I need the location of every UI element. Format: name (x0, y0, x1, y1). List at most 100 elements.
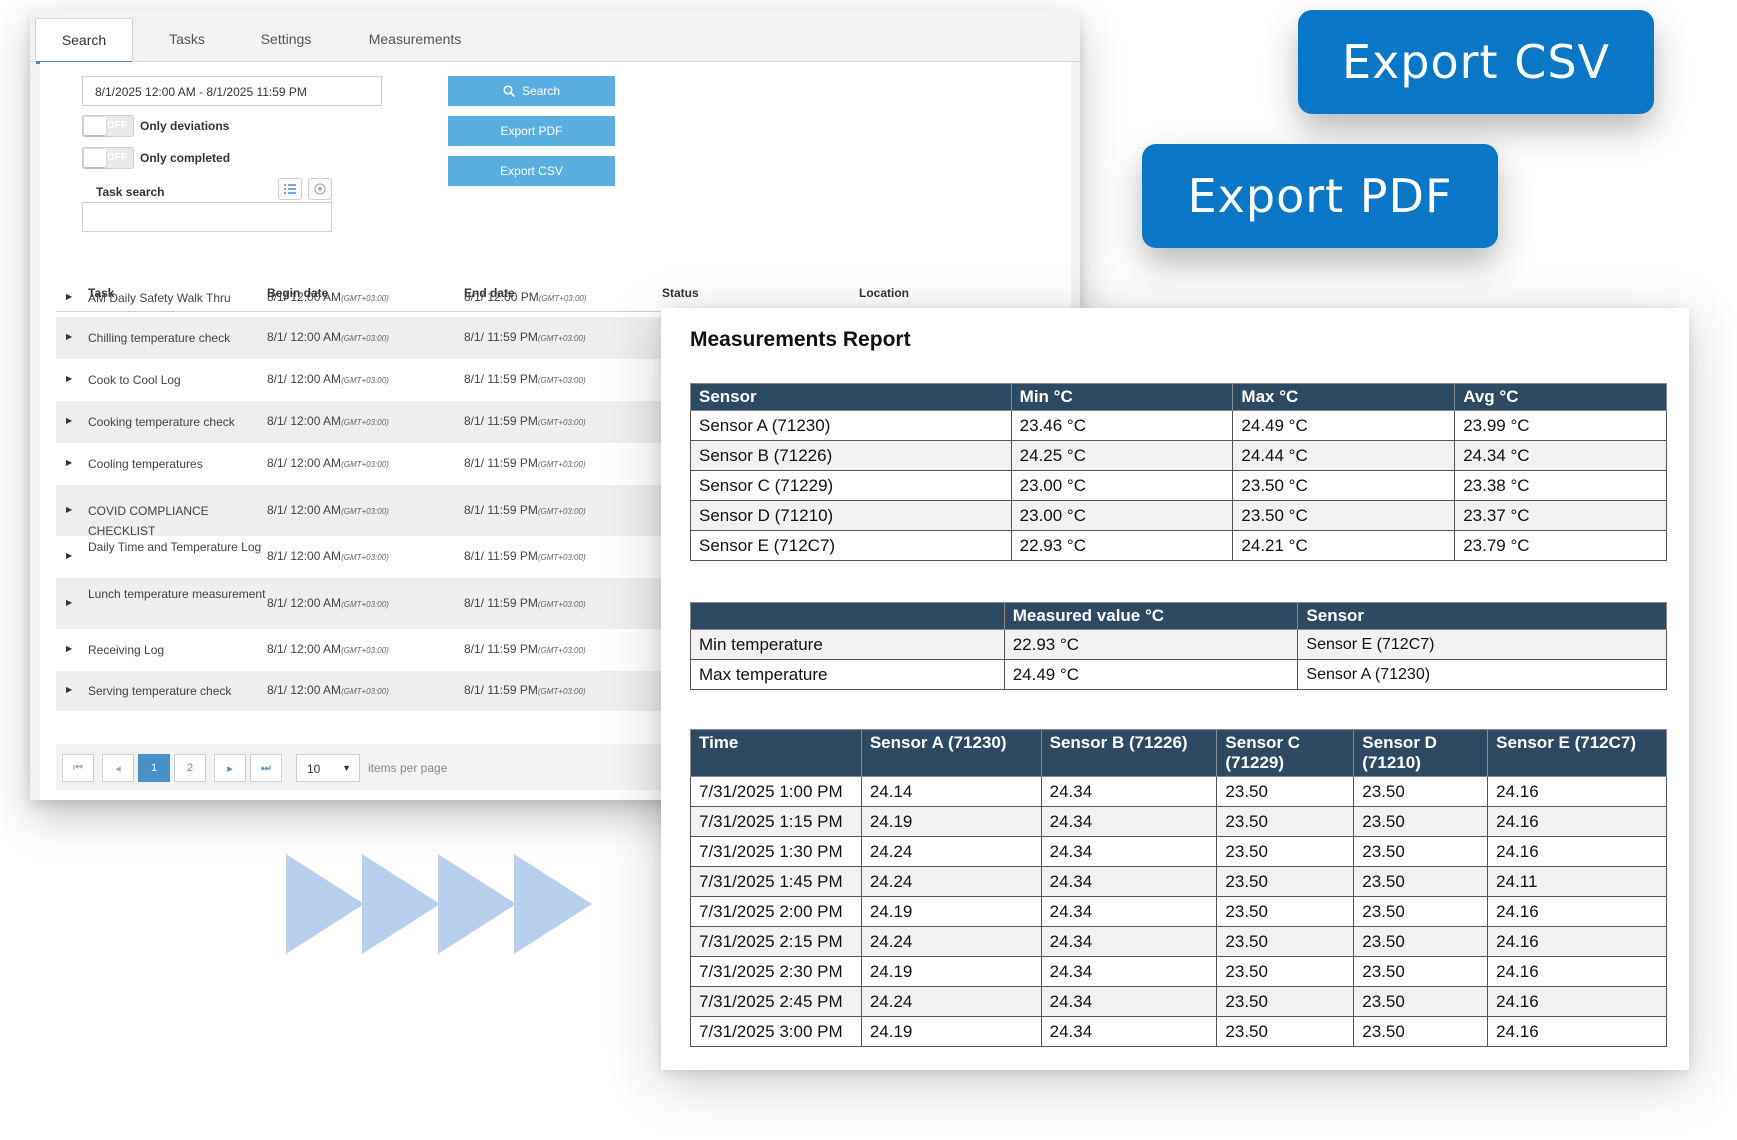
items-per-page-value: 10 (307, 762, 321, 776)
table-cell: 24.34 (1040, 986, 1218, 1017)
task-name: AM Daily Safety Walk Thru (88, 291, 231, 305)
expand-caret-icon[interactable]: ▶ (66, 505, 72, 514)
only-completed-toggle[interactable]: OFF (82, 147, 134, 169)
table-cell: 7/31/2025 2:15 PM (690, 926, 862, 957)
task-search-input[interactable] (82, 202, 332, 232)
table-cell: 24.16 (1487, 1016, 1667, 1047)
table-cell: 23.50 (1216, 956, 1355, 987)
begin-date: 8/1/ 12:00 AM(GMT+03:00) (267, 372, 389, 386)
table-cell: 23.50 (1353, 776, 1489, 807)
prev-page-button[interactable]: ◂ (102, 754, 134, 782)
begin-date: 8/1/ 12:00 AM(GMT+03:00) (267, 549, 389, 563)
table-cell: 23.37 °C (1454, 500, 1667, 531)
timezone: (GMT+03:00) (537, 506, 586, 516)
page-2-button[interactable]: 2 (174, 754, 206, 782)
readings-table: Time Sensor A (71230) Sensor B (71226) Sens… (690, 729, 1667, 1047)
page-1-button[interactable]: 1 (138, 754, 170, 782)
table-cell: 24.19 (860, 806, 1042, 837)
timezone: (GMT+03:00) (341, 460, 389, 469)
begin-date-value: 8/1/ 12:00 AM (267, 330, 342, 344)
expand-caret-icon[interactable]: ▶ (66, 292, 72, 301)
table-cell: 24.34 (1040, 956, 1218, 987)
expand-caret-icon[interactable]: ▶ (66, 598, 72, 607)
expand-caret-icon[interactable]: ▶ (66, 458, 72, 467)
table-cell: 23.79 °C (1454, 530, 1667, 561)
tab-settings[interactable]: Settings (238, 18, 334, 63)
begin-date-value: 8/1/ 12:00 AM (267, 290, 342, 304)
end-date: 8/1/ 11:59 PM(GMT+03:00) (464, 596, 586, 610)
clear-search-button[interactable] (308, 178, 332, 200)
search-button[interactable]: Search (448, 76, 615, 106)
table-row: 7/31/2025 1:15 PM 24.19 24.34 23.50 23.50 24.… (690, 806, 1667, 837)
export-csv-button[interactable]: Export CSV (448, 156, 615, 186)
sensor-summary-table: Sensor Min °C Max °C Avg °C Sensor A (71230… (690, 383, 1667, 561)
export-pdf-big-button[interactable]: Export PDF (1142, 144, 1498, 248)
table-cell: 23.50 (1216, 896, 1355, 927)
table-cell: Sensor E (712C7) (1297, 629, 1667, 660)
expand-caret-icon[interactable]: ▶ (66, 332, 72, 341)
tab-search[interactable]: Search (35, 18, 133, 64)
table-cell: 23.50 (1353, 986, 1489, 1017)
items-per-page-select[interactable]: 10 ▼ (296, 754, 360, 782)
timezone: (GMT+03:00) (341, 599, 389, 609)
list-view-button[interactable] (278, 178, 302, 200)
next-page-button[interactable]: ▸ (214, 754, 246, 782)
column-header: Sensor (1297, 602, 1667, 630)
end-date: 8/1/ 11:59 PM(GMT+03:00) (464, 503, 586, 517)
table-cell: 24.16 (1487, 986, 1667, 1017)
table-cell: 24.16 (1487, 776, 1667, 807)
only-deviations-toggle[interactable]: OFF (82, 115, 134, 137)
tab-tasks[interactable]: Tasks (142, 18, 232, 63)
table-cell: 23.00 °C (1010, 500, 1234, 531)
readings-header-row: Time Sensor A (71230) Sensor B (71226) Sens… (690, 729, 1667, 777)
end-date: 8/1/ 12:00 PM(GMT+03:00) (464, 290, 587, 304)
begin-date: 8/1/ 12:00 AM(GMT+03:00) (267, 683, 389, 697)
clear-icon (314, 183, 326, 195)
table-cell: 7/31/2025 2:45 PM (690, 986, 862, 1017)
timezone: (GMT+03:00) (538, 294, 587, 303)
task-name: Chilling temperature check (88, 331, 231, 345)
export-pdf-button[interactable]: Export PDF (448, 116, 615, 146)
column-header: Max °C (1232, 383, 1456, 411)
timezone: (GMT+03:00) (341, 334, 389, 343)
expand-caret-icon[interactable]: ▶ (66, 644, 72, 653)
begin-date-value: 8/1/ 12:00 AM (267, 595, 342, 610)
table-cell: 24.16 (1487, 806, 1667, 837)
timezone: (GMT+03:00) (537, 687, 586, 696)
timezone: (GMT+03:00) (537, 553, 586, 562)
table-cell: 7/31/2025 2:30 PM (690, 956, 862, 987)
timezone: (GMT+03:00) (341, 418, 389, 427)
column-header: Sensor A (71230) (860, 729, 1042, 777)
expand-caret-icon[interactable]: ▶ (66, 416, 72, 425)
first-page-button[interactable]: ⏮ (62, 754, 94, 782)
timezone: (GMT+03:00) (341, 294, 389, 303)
expand-caret-icon[interactable]: ▶ (66, 685, 72, 694)
begin-date-value: 8/1/ 12:00 AM (267, 549, 342, 563)
export-csv-big-button[interactable]: Export CSV (1298, 10, 1654, 114)
table-row: 7/31/2025 2:45 PM 24.24 24.34 23.50 23.50 24.… (690, 986, 1667, 1017)
last-page-button[interactable]: ⏭ (250, 754, 282, 782)
task-search-label: Task search (96, 185, 165, 199)
expand-caret-icon[interactable]: ▶ (66, 374, 72, 383)
end-date-value: 8/1/ 11:59 PM (464, 330, 538, 344)
task-name: Serving temperature check (88, 684, 232, 698)
table-cell: 23.00 °C (1010, 470, 1234, 501)
table-cell: Sensor C (71229) (690, 470, 1012, 501)
table-cell: 24.34 (1040, 866, 1218, 897)
table-cell: 24.21 °C (1232, 530, 1456, 561)
table-cell: 24.44 °C (1232, 440, 1456, 471)
table-cell: 7/31/2025 2:00 PM (690, 896, 862, 927)
end-date: 8/1/ 11:59 PM(GMT+03:00) (464, 683, 586, 697)
column-header: Min °C (1010, 383, 1234, 411)
table-row: Sensor C (71229) 23.00 °C 23.50 °C 23.38 °C (690, 470, 1667, 501)
tab-measurements[interactable]: Measurements (348, 18, 482, 63)
only-deviations-label: Only deviations (140, 119, 230, 133)
table-cell: 22.93 °C (1003, 629, 1299, 660)
date-range-input[interactable]: 8/1/2025 12:00 AM - 8/1/2025 11:59 PM (82, 76, 382, 106)
begin-date-value: 8/1/ 12:00 AM (267, 456, 342, 470)
expand-caret-icon[interactable]: ▶ (66, 551, 72, 560)
toggle-knob (84, 117, 106, 135)
table-cell: Sensor D (71210) (690, 500, 1012, 531)
toggle-knob (84, 149, 106, 167)
table-cell: Max temperature (690, 659, 1005, 690)
